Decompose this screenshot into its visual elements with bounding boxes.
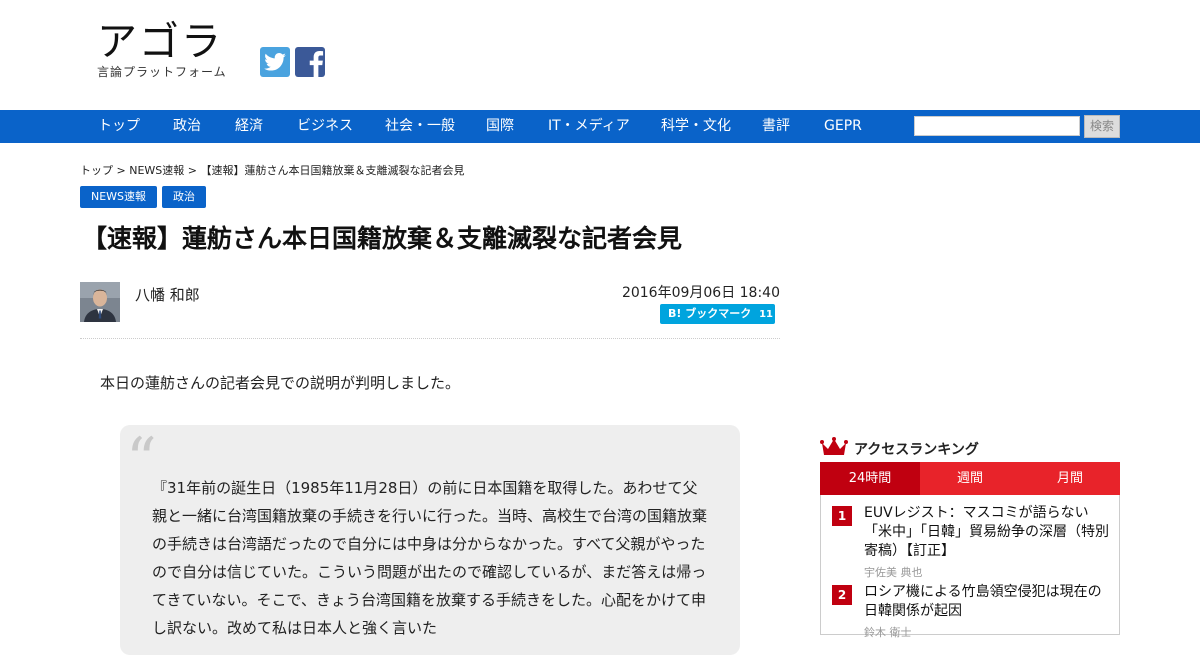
nav-item-top[interactable]: トップ xyxy=(98,110,140,143)
nav-item-gepr[interactable]: GEPR xyxy=(824,110,862,143)
nav-item-society[interactable]: 社会・一般 xyxy=(385,110,455,143)
site-header: アゴラ 言論プラットフォーム xyxy=(0,0,1200,110)
logo-text: アゴラ xyxy=(97,19,223,65)
crown-icon xyxy=(820,437,848,461)
tag-news[interactable]: NEWS速報 xyxy=(80,186,158,208)
article-title: 【速報】蓮舫さん本日国籍放棄＆支離滅裂な記者会見 xyxy=(82,224,683,253)
ranking-title: アクセスランキング xyxy=(854,442,979,458)
rank-author: 宇佐美 典也 xyxy=(864,566,923,579)
article-intro: 本日の蓮舫さんの記者会見での説明が判明しました。 xyxy=(100,374,461,392)
nav-item-politics[interactable]: 政治 xyxy=(173,110,201,143)
rank-number: 1 xyxy=(832,506,852,526)
nav-item-it-media[interactable]: IT・メディア xyxy=(548,110,630,143)
author-avatar[interactable] xyxy=(80,282,120,322)
hatena-bookmark-button[interactable]: B! ブックマーク 11 xyxy=(660,304,775,324)
nav-item-book-review[interactable]: 書評 xyxy=(762,110,790,143)
global-nav: トップ 政治 経済 ビジネス 社会・一般 国際 IT・メディア 科学・文化 書評… xyxy=(0,110,1200,143)
search-button[interactable]: 検索 xyxy=(1084,115,1120,138)
logo-subtitle: 言論プラットフォーム xyxy=(97,65,227,79)
nav-item-economy[interactable]: 経済 xyxy=(235,110,263,143)
nav-item-business[interactable]: ビジネス xyxy=(297,110,353,143)
tab-monthly[interactable]: 月間 xyxy=(1020,462,1120,495)
hatena-bookmark-count: 11 xyxy=(759,309,773,320)
ranking-tabs: 24時間 週間 月間 xyxy=(820,462,1120,495)
twitter-icon[interactable] xyxy=(260,47,290,77)
facebook-icon[interactable] xyxy=(295,47,325,77)
rank-author: 鈴木 衛士 xyxy=(864,626,912,639)
tab-weekly[interactable]: 週間 xyxy=(920,462,1020,495)
rank-number: 2 xyxy=(832,585,852,605)
tab-24h[interactable]: 24時間 xyxy=(820,462,920,495)
search-input[interactable] xyxy=(914,116,1080,136)
breadcrumb[interactable]: トップ > NEWS速報 > 【速報】蓮舫さん本日国籍放棄＆支離滅裂な記者会見 xyxy=(80,162,464,178)
author-name[interactable]: 八幡 和郎 xyxy=(135,284,200,305)
ranking-header: アクセスランキング xyxy=(820,436,979,462)
tag-politics[interactable]: 政治 xyxy=(162,186,206,208)
quote-text: 『31年前の誕生日（1985年11月28日）の前に日本国籍を取得した。あわせて父… xyxy=(152,479,708,637)
nav-item-science-culture[interactable]: 科学・文化 xyxy=(661,110,731,143)
rank-article-title[interactable]: EUVレジスト：マスコミが語らない「米中」「日韓」貿易紛争の深層（特別寄稿）【訂… xyxy=(864,504,1109,561)
hatena-bookmark-label: B! ブックマーク xyxy=(668,307,752,320)
rank-article-title[interactable]: ロシア機による竹島領空侵犯は現在の日韓関係が起因 xyxy=(864,583,1109,621)
publish-date: 2016年09月06日 18:40 xyxy=(621,285,780,301)
nav-item-international[interactable]: 国際 xyxy=(486,110,514,143)
divider xyxy=(80,338,780,339)
site-logo[interactable]: アゴラ 言論プラットフォーム xyxy=(97,20,227,79)
